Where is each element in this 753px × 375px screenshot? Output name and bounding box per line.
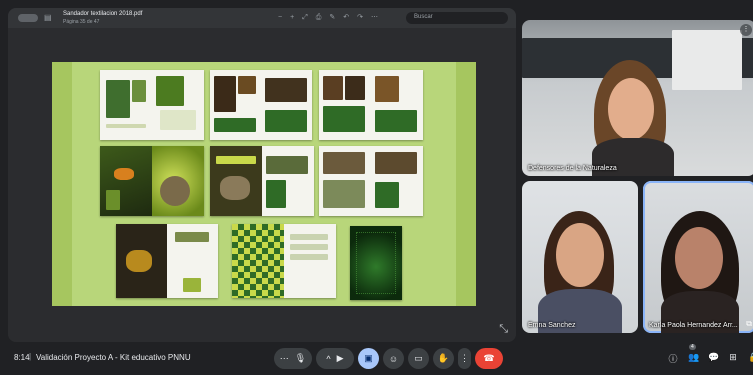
book-spread-7 [116,224,218,298]
participant-name: Karla Paola Hernandez Arr... [649,322,738,329]
separator: | [29,352,32,361]
redo-icon[interactable]: ↷ [357,13,363,22]
participant-name: Emna Sanchez [528,322,576,329]
book-spread-6 [319,146,423,216]
expand-icon[interactable]: ⤡ [499,323,508,336]
mic-control[interactable]: ⋯ 🎙 [274,348,312,369]
meeting-time: 8:14 [14,353,30,362]
book-spread-5 [210,146,314,216]
raise-hand-icon: ✋ [437,353,450,363]
page-edge-left [52,62,72,306]
captions-button[interactable]: ▭ [408,348,429,369]
book-cover [350,226,402,300]
shared-screen-tile[interactable]: ▤ Sandador textilacion 2018.pdf Página 3… [8,8,516,342]
more-options-icon[interactable]: ⋯ [280,353,289,364]
search-input[interactable]: Buscar [406,12,508,24]
participant-tile-emna[interactable]: Emna Sanchez [522,181,638,333]
hangup-icon: ☎ [483,353,495,363]
info-icon[interactable]: ⓘ [668,352,678,365]
mic-icon[interactable]: 🎙 [295,353,306,364]
participant-face [675,227,723,289]
zoom-out-icon[interactable]: − [278,13,282,22]
more-options-button[interactable]: ⋮ [458,348,471,369]
activities-icon[interactable]: ⊞ [728,352,738,365]
undo-icon[interactable]: ↶ [343,13,349,22]
book-spread-3 [319,70,423,140]
book-spread-1 [100,70,204,140]
page-edge-right [456,62,476,306]
captions-icon: ▭ [414,353,423,363]
camera-control[interactable]: ^ ▶ [316,348,354,369]
pin-icon[interactable]: ⧉ [746,319,752,329]
book-spread-4 [100,146,204,216]
pdf-toolbar: ▤ Sandador textilacion 2018.pdf Página 3… [8,8,516,28]
overflow-icon: ⋮ [460,353,469,363]
chat-icon[interactable]: 💬 [708,352,719,365]
participant-face [608,78,654,140]
viewer-menu-toggle[interactable] [18,14,38,22]
host-controls-icon[interactable]: 🔒 [748,352,753,365]
call-controls: ⋯ 🎙 ^ ▶ ▣ ☺ ▭ ✋ ⋮ ☎ [274,348,503,369]
leave-call-button[interactable]: ☎ [475,348,503,369]
page-info: Página 35 de 47 [63,19,100,25]
zoom-in-icon[interactable]: + [290,13,294,22]
camera-icon[interactable]: ▶ [337,353,344,364]
more-icon[interactable]: ⋯ [371,13,378,22]
document-page [52,62,476,306]
sidebar-icon[interactable]: ▤ [44,13,52,22]
participant-count-badge: 4 [689,344,696,350]
side-panel-icons: ⓘ 4 👥 💬 ⊞ 🔒 [668,344,753,365]
present-icon: ▣ [364,353,373,363]
chevron-up-icon[interactable]: ^ [326,354,330,364]
emoji-button[interactable]: ☺ [383,348,404,369]
raise-hand-button[interactable]: ✋ [433,348,454,369]
pen-icon[interactable]: ✎ [329,13,335,22]
participant-name: Defensores de la Naturaleza [528,165,617,172]
book-spread-2 [210,70,312,140]
emoji-icon: ☺ [388,353,399,364]
fit-page-icon[interactable]: ⤢ [302,13,308,22]
print-icon[interactable]: ⎙ [316,13,322,22]
pdf-stage: ⤡ [8,28,516,342]
present-button[interactable]: ▣ [358,348,379,369]
meeting-title: Validación Proyecto A - Kit educativo PN… [36,353,191,362]
participant-face [556,223,604,287]
meeting-control-bar: 8:14 | Validación Proyecto A - Kit educa… [0,344,753,375]
participant-tile-main[interactable]: ⋮ Defensores de la Naturaleza [522,20,753,176]
search-placeholder: Buscar [414,14,433,20]
people-glyph: 👥 [688,352,700,362]
people-icon[interactable]: 4 👥 [688,344,700,365]
participant-tile-karla[interactable]: Karla Paola Hernandez Arr... ⧉ [643,181,753,333]
document-title: Sandador textilacion 2018.pdf [63,11,143,17]
tile-more-icon[interactable]: ⋮ [740,24,752,36]
book-spread-8 [232,224,336,298]
